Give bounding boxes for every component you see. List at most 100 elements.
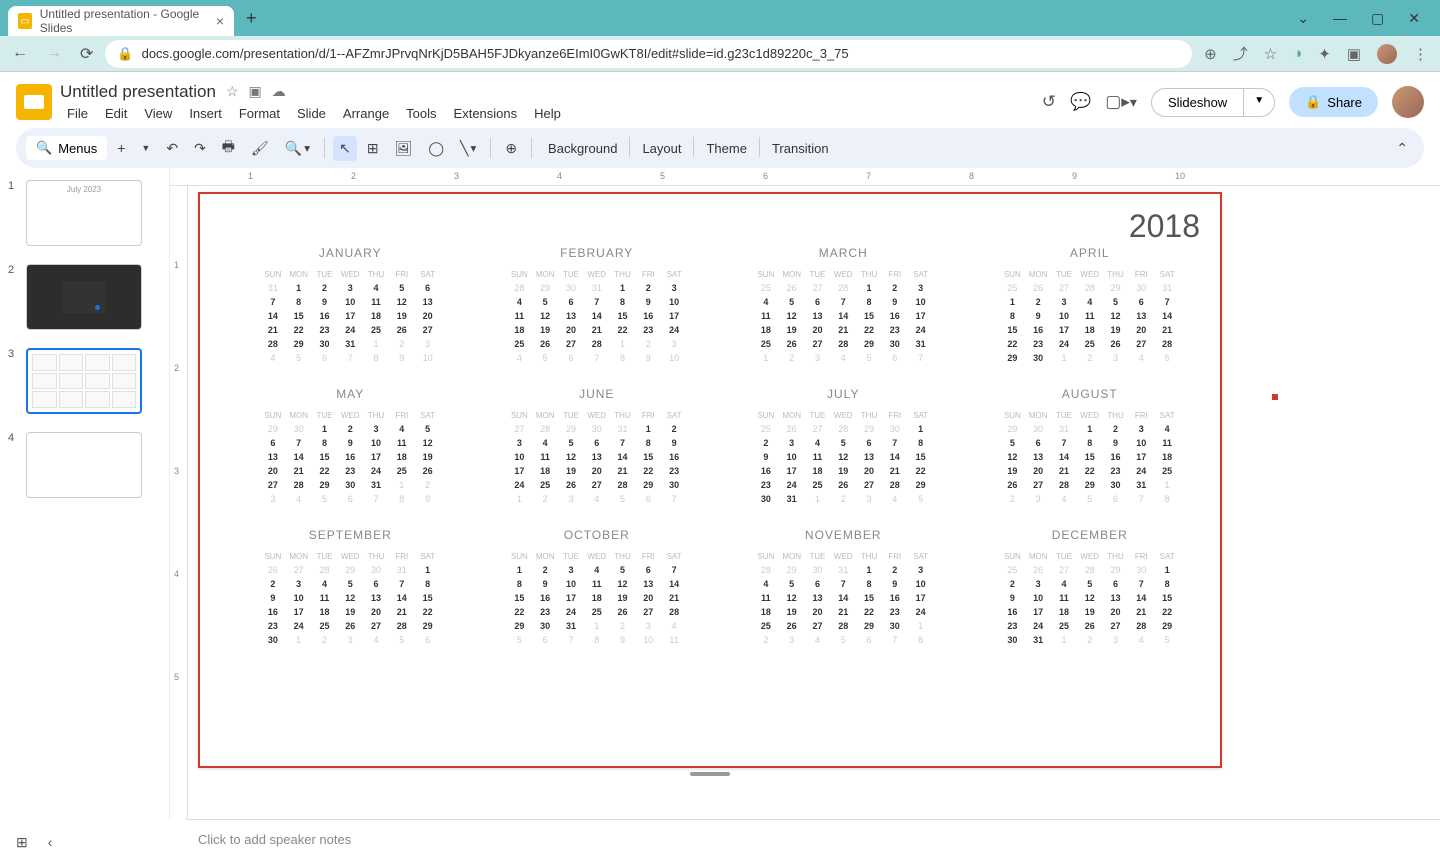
month-name: JULY: [753, 387, 934, 401]
star-doc-icon[interactable]: ☆: [226, 83, 239, 100]
day: 5: [1077, 577, 1103, 591]
day: 1: [1000, 295, 1026, 309]
image-icon[interactable]: 🖼: [389, 136, 419, 161]
menu-tools[interactable]: Tools: [399, 104, 443, 123]
day: 14: [661, 577, 687, 591]
menu-format[interactable]: Format: [232, 104, 287, 123]
profile-avatar-icon[interactable]: [1377, 44, 1397, 64]
ruler-mark: 5: [660, 171, 665, 181]
text-box-icon[interactable]: ⊞: [361, 136, 385, 161]
day: 24: [363, 464, 389, 478]
extension-icon-1[interactable]: ◑: [1293, 45, 1302, 62]
menus-search[interactable]: 🔍 Menus: [26, 136, 107, 160]
menu-view[interactable]: View: [137, 104, 179, 123]
new-slide-dd[interactable]: ▼: [135, 139, 156, 157]
browser-tab[interactable]: ▭ Untitled presentation - Google Slides …: [8, 6, 234, 36]
slideshow-button[interactable]: Slideshow: [1151, 88, 1244, 117]
day: 23: [1103, 464, 1129, 478]
zoom-icon[interactable]: ⊕: [1204, 45, 1217, 63]
day: 11: [584, 577, 610, 591]
history-icon[interactable]: ↺: [1042, 92, 1056, 112]
day: 19: [1077, 605, 1103, 619]
menu-arrange[interactable]: Arrange: [336, 104, 396, 123]
day: 7: [882, 436, 908, 450]
side-panel-icon[interactable]: ▣: [1347, 45, 1361, 63]
slideshow-dropdown[interactable]: ▼: [1244, 88, 1275, 117]
grid-view-icon[interactable]: ⊞: [16, 834, 28, 851]
day: 10: [1128, 436, 1154, 450]
day-out: 3: [1103, 633, 1129, 647]
day: 5: [532, 295, 558, 309]
paint-format-icon[interactable]: 🖌: [245, 136, 275, 161]
account-avatar[interactable]: [1392, 86, 1424, 118]
day: 3: [908, 563, 934, 577]
redo-icon[interactable]: ↷: [188, 136, 212, 161]
minimize-icon[interactable]: —: [1333, 10, 1347, 27]
slides-logo-icon[interactable]: [16, 84, 52, 120]
selection-handle[interactable]: [1272, 394, 1278, 400]
tab-close-icon[interactable]: ×: [216, 13, 224, 29]
tb-theme[interactable]: Theme: [698, 137, 754, 160]
speaker-notes[interactable]: Click to add speaker notes: [186, 819, 1440, 859]
day-header: TUE: [558, 550, 584, 563]
day: 28: [1128, 619, 1154, 633]
menu-icon[interactable]: ⋮: [1413, 45, 1428, 63]
slide-canvas[interactable]: 2018 JANUARYSUNMONTUEWEDTHUFRISAT3112345…: [198, 192, 1222, 768]
explore-icon[interactable]: ‹: [48, 834, 53, 851]
menu-insert[interactable]: Insert: [182, 104, 229, 123]
back-icon[interactable]: ←: [12, 44, 28, 64]
tb-transition[interactable]: Transition: [764, 137, 837, 160]
tb-layout[interactable]: Layout: [634, 137, 689, 160]
url-input[interactable]: 🔒 docs.google.com/presentation/d/1--AFZm…: [105, 40, 1192, 68]
maximize-icon[interactable]: ▢: [1371, 10, 1384, 27]
print-icon[interactable]: 🖶: [216, 132, 241, 164]
chevron-down-icon[interactable]: ⌄: [1297, 10, 1309, 27]
present-video-icon[interactable]: ▢▸▾: [1105, 92, 1137, 112]
reload-icon[interactable]: ⟳: [80, 44, 93, 64]
doc-title[interactable]: Untitled presentation: [60, 82, 216, 102]
day-out: 8: [389, 492, 415, 506]
new-tab-button[interactable]: +: [234, 8, 269, 29]
menu-edit[interactable]: Edit: [98, 104, 134, 123]
comments-icon[interactable]: 💬: [1070, 92, 1091, 112]
slide-thumb-3[interactable]: [26, 348, 142, 414]
day: 19: [415, 450, 441, 464]
slide-thumb-2[interactable]: [26, 264, 142, 330]
day: 7: [610, 436, 636, 450]
day: 27: [1103, 619, 1129, 633]
close-window-icon[interactable]: ✕: [1408, 10, 1420, 27]
menu-file[interactable]: File: [60, 104, 95, 123]
shape-icon[interactable]: ◯: [422, 136, 450, 161]
day: 1: [610, 281, 636, 295]
zoom-tool-icon[interactable]: 🔍▾: [279, 136, 316, 161]
day: 6: [1025, 436, 1051, 450]
select-tool-icon[interactable]: ↖: [333, 136, 357, 161]
menu-extensions[interactable]: Extensions: [447, 104, 525, 123]
star-icon[interactable]: ☆: [1264, 45, 1277, 63]
day: 26: [830, 478, 856, 492]
forward-icon[interactable]: →: [46, 44, 62, 64]
menu-slide[interactable]: Slide: [290, 104, 333, 123]
day: 17: [1025, 605, 1051, 619]
move-folder-icon[interactable]: ▣: [249, 83, 262, 100]
new-slide-button[interactable]: +: [111, 136, 131, 160]
day: 15: [1077, 450, 1103, 464]
share-url-icon[interactable]: ⤴: [1233, 43, 1248, 64]
menu-help[interactable]: Help: [527, 104, 568, 123]
thumb-number: 2: [8, 264, 18, 330]
slide-thumb-4[interactable]: [26, 432, 142, 498]
collapse-icon[interactable]: ⌃: [1390, 136, 1414, 161]
day-header: WED: [1077, 550, 1103, 563]
slide-resize-handle[interactable]: [690, 772, 730, 776]
comment-add-icon[interactable]: ⊕: [499, 136, 523, 161]
undo-icon[interactable]: ↶: [160, 136, 184, 161]
tb-background[interactable]: Background: [540, 137, 625, 160]
line-icon[interactable]: ╲▾: [454, 136, 482, 161]
slide-thumb-1[interactable]: July 2023: [26, 180, 142, 246]
day-header: FRI: [635, 268, 661, 281]
share-button[interactable]: 🔒 Share: [1289, 87, 1378, 117]
day: 6: [363, 577, 389, 591]
extension-icon-2[interactable]: ✦: [1318, 45, 1331, 63]
day-header: SAT: [415, 409, 441, 422]
day: 5: [779, 577, 805, 591]
